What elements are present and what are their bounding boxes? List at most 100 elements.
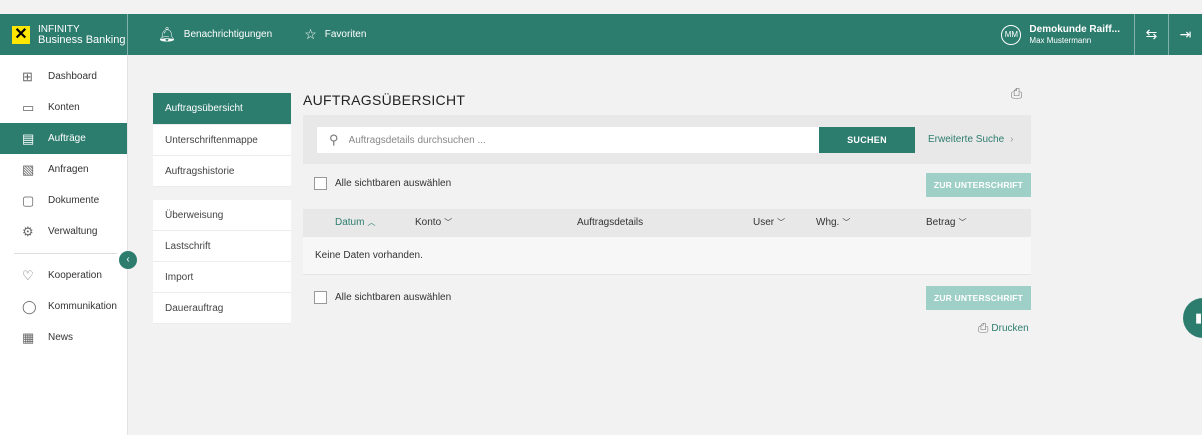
chat-bubble-icon: ▮ xyxy=(1195,310,1202,325)
select-all-checkbox[interactable] xyxy=(314,177,327,190)
orders-icon: ▤ xyxy=(22,130,35,146)
star-icon: ☆ xyxy=(304,26,317,42)
chat-icon: ◯ xyxy=(22,298,37,314)
sidebar: ⊞ Dashboard ▭ Konten ▤ Aufträge ▧ Anfrag… xyxy=(0,55,128,435)
document-icon: ▢ xyxy=(22,192,35,208)
sidebar-item-kooperation[interactable]: ♡ Kooperation xyxy=(0,260,127,291)
table-empty-message: Keine Daten vorhanden. xyxy=(303,237,1031,275)
sidebar-item-kommunikation[interactable]: ◯ Kommunikation xyxy=(0,291,127,322)
chevron-down-icon: ﹀ xyxy=(958,218,967,227)
user-company: Demokunde Raiff... xyxy=(1029,23,1120,35)
sidebar-item-label: Kooperation xyxy=(48,270,102,281)
search-box[interactable]: ⚲ xyxy=(317,127,819,153)
sidebar-item-news[interactable]: ▦ News xyxy=(0,322,127,353)
chat-widget-button[interactable]: ▮ xyxy=(1183,298,1202,338)
column-konto[interactable]: Konto ﹀ xyxy=(415,217,452,228)
select-all-checkbox[interactable] xyxy=(314,291,327,304)
wallet-icon: ▭ xyxy=(22,99,35,115)
brand-line-2: Business Banking xyxy=(38,33,126,46)
sign-button-top[interactable]: ZUR UNTERSCHRIFT xyxy=(926,173,1031,197)
sidebar-item-label: Verwaltung xyxy=(48,226,98,237)
brand[interactable]: ✕ INFINITY Business Banking xyxy=(0,14,128,55)
table-header: Datum ︿ Konto ﹀ Auftragsdetails User ﹀ Whg.… xyxy=(303,209,1031,237)
subnav-orders: Auftragsübersicht Unterschriftenmappe Au… xyxy=(153,93,291,187)
select-all-label: Alle sichtbaren auswählen xyxy=(335,292,452,303)
printer-icon: ⎙ xyxy=(978,320,989,335)
subnav-item-ueberweisung[interactable]: Überweisung xyxy=(153,200,291,231)
column-whg[interactable]: Whg. ﹀ xyxy=(816,217,850,228)
chevron-down-icon: ﹀ xyxy=(842,218,851,227)
select-all-bottom[interactable]: Alle sichtbaren auswählen xyxy=(314,291,451,304)
advanced-search-label: Erweiterte Suche xyxy=(928,134,1005,145)
logout-button[interactable]: ⇥ xyxy=(1168,14,1202,55)
sidebar-item-label: Aufträge xyxy=(48,133,86,144)
search-icon: ⚲ xyxy=(329,132,339,147)
chevron-left-icon: ‹ xyxy=(126,254,130,265)
select-all-top[interactable]: Alle sichtbaren auswählen xyxy=(314,177,451,190)
column-auftragsdetails: Auftragsdetails xyxy=(577,217,644,228)
chevron-right-icon: › xyxy=(1010,134,1014,145)
column-label: Betrag xyxy=(926,217,956,228)
requests-icon: ▧ xyxy=(22,161,35,177)
top-bar: ✕ INFINITY Business Banking 🔔︎ Benachric… xyxy=(0,14,1202,55)
brand-text: INFINITY Business Banking xyxy=(38,24,125,46)
chevron-down-icon: ﹀ xyxy=(444,218,453,227)
print-label: Drucken xyxy=(991,322,1029,334)
sidebar-item-konten[interactable]: ▭ Konten xyxy=(0,92,127,123)
subnav-item-dauerauftrag[interactable]: Dauerauftrag xyxy=(153,293,291,324)
bell-icon: 🔔︎ xyxy=(158,26,176,42)
column-label: User xyxy=(753,217,775,228)
select-all-label: Alle sichtbaren auswählen xyxy=(335,178,452,189)
sidebar-item-label: Dashboard xyxy=(48,71,97,82)
favorites-label: Favoriten xyxy=(324,29,367,40)
column-datum[interactable]: Datum ︿ xyxy=(335,217,375,228)
favorites-button[interactable]: ☆ Favoriten xyxy=(304,26,366,43)
sidebar-item-label: Konten xyxy=(48,102,80,113)
dashboard-icon: ⊞ xyxy=(22,68,33,84)
logout-icon: ⇥ xyxy=(1179,26,1192,42)
sidebar-item-dashboard[interactable]: ⊞ Dashboard xyxy=(0,61,127,92)
sidebar-item-label: Dokumente xyxy=(48,195,100,206)
news-icon: ▦ xyxy=(22,329,35,345)
print-icon-button[interactable]: ⎙ xyxy=(1011,85,1022,102)
sidebar-item-label: Kommunikation xyxy=(48,301,117,312)
subnav-item-auftragshistorie[interactable]: Auftragshistorie xyxy=(153,156,291,187)
brand-line-1: INFINITY xyxy=(38,23,80,35)
chevron-down-icon: ﹀ xyxy=(777,218,786,227)
switch-arrows-icon: ⇆ xyxy=(1145,26,1158,42)
sidebar-collapse-button[interactable]: ‹ xyxy=(119,251,137,269)
subnav-item-auftragsuebersicht[interactable]: Auftragsübersicht xyxy=(153,93,291,125)
handshake-icon: ♡ xyxy=(22,267,34,283)
printer-icon: ⎙ xyxy=(1011,85,1023,101)
column-label: Datum xyxy=(335,217,365,228)
sidebar-item-dokumente[interactable]: ▢ Dokumente xyxy=(0,185,127,216)
search-button[interactable]: SUCHEN xyxy=(819,127,915,153)
sidebar-divider xyxy=(14,253,117,254)
column-betrag[interactable]: Betrag ﹀ xyxy=(926,217,966,228)
notifications-label: Benachrichtigungen xyxy=(183,29,273,40)
raiffeisen-logo-icon: ✕ xyxy=(12,25,30,44)
advanced-search-link[interactable]: Erweiterte Suche › xyxy=(928,134,1014,145)
subnav-item-import[interactable]: Import xyxy=(153,262,291,293)
notifications-button[interactable]: 🔔︎ Benachrichtigungen xyxy=(158,26,272,43)
sidebar-item-auftraege[interactable]: ▤ Aufträge xyxy=(0,123,127,154)
user-menu[interactable]: Demokunde Raiff... Max Mustermann xyxy=(1029,24,1120,46)
subnav-item-unterschriftenmappe[interactable]: Unterschriftenmappe xyxy=(153,125,291,156)
subnav-item-lastschrift[interactable]: Lastschrift xyxy=(153,231,291,262)
search-input[interactable] xyxy=(348,134,789,146)
subnav-create: Überweisung Lastschrift Import Dauerauft… xyxy=(153,200,291,324)
settings-icon: ⚙ xyxy=(22,223,34,239)
switch-button[interactable]: ⇆ xyxy=(1134,14,1168,55)
search-panel: ⚲ SUCHEN Erweiterte Suche › xyxy=(303,115,1031,164)
chevron-up-icon: ︿ xyxy=(367,218,376,227)
sidebar-item-label: Anfragen xyxy=(48,164,89,175)
sidebar-item-anfragen[interactable]: ▧ Anfragen xyxy=(0,154,127,185)
column-label: Whg. xyxy=(816,217,840,228)
sidebar-item-verwaltung[interactable]: ⚙ Verwaltung xyxy=(0,216,127,247)
print-link[interactable]: ⎙ Drucken xyxy=(978,320,1029,336)
column-user[interactable]: User ﹀ xyxy=(753,217,785,228)
avatar[interactable]: MM xyxy=(1001,24,1022,45)
page-title: AUFTRAGSÜBERSICHT xyxy=(303,92,466,108)
top-right: MM Demokunde Raiff... Max Mustermann ⇆ ⇥ xyxy=(1001,14,1202,55)
sign-button-bottom[interactable]: ZUR UNTERSCHRIFT xyxy=(926,286,1031,310)
